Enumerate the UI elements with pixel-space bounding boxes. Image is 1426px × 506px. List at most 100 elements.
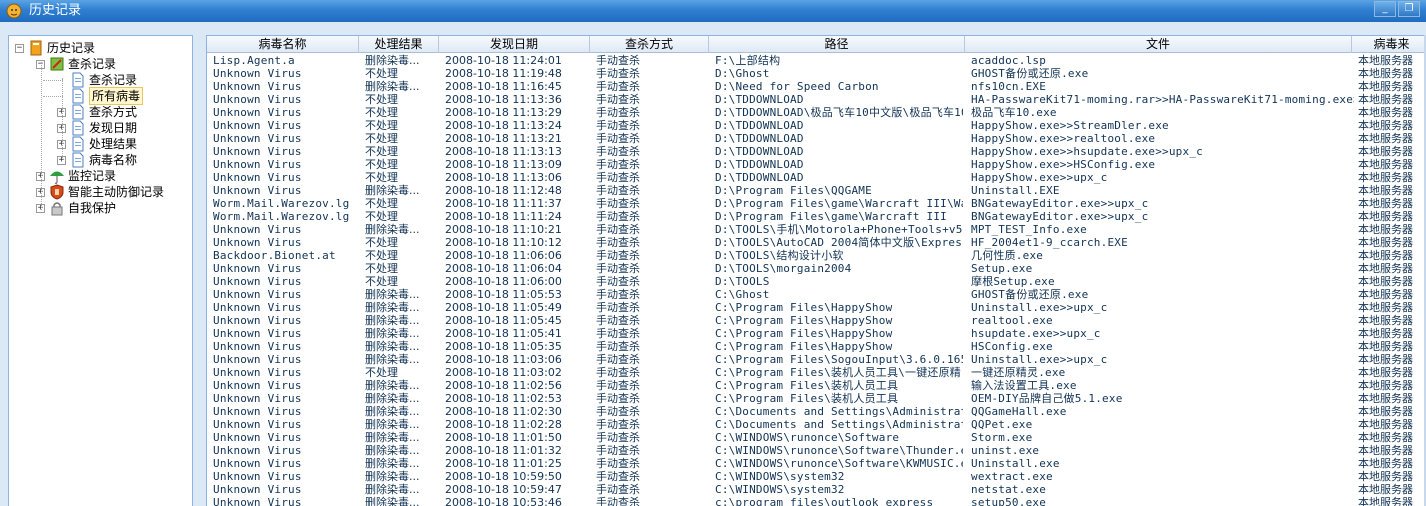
table-row[interactable]: Backdoor.Bionet.at 不处理 2008-10-18 11:06:06…	[207, 249, 1426, 262]
table-row[interactable]: Unknown Virus 删除染毒... 2008-10-18 11:01:32 手…	[207, 444, 1426, 457]
path-cell: D:\TDDOWNLOAD	[715, 158, 804, 171]
virus-name-cell: Unknown Virus	[213, 470, 302, 483]
virus-name-cell: Unknown Virus	[213, 158, 302, 171]
tree-node-5[interactable]: + 查杀方式	[9, 104, 192, 120]
virus-records-table[interactable]: 病毒名称 处理结果 发现日期 查杀方式 路径 文件 病毒来 Lisp.Agent.a 删除染毒…	[206, 35, 1426, 506]
source-cell: 本地服务器	[1358, 314, 1413, 327]
file-cell: 摩根Setup.exe	[971, 275, 1055, 288]
table-row[interactable]: Unknown Virus 不处理 2008-10-18 11:03:02 手动查杀 C…	[207, 366, 1426, 379]
tree-node-4[interactable]: 所有病毒	[9, 87, 192, 105]
table-row[interactable]: Unknown Virus 删除染毒... 2008-10-18 11:05:49 手…	[207, 301, 1426, 314]
column-header[interactable]: 病毒来	[1352, 36, 1426, 53]
column-header[interactable]: 处理结果	[359, 36, 439, 53]
table-row[interactable]: Unknown Virus 不处理 2008-10-18 11:13:06 手动查杀 D…	[207, 171, 1426, 184]
column-header[interactable]: 文件	[965, 36, 1352, 53]
table-row[interactable]: Worm.Mail.Warezov.lg 不处理 2008-10-18 11:11:…	[207, 210, 1426, 223]
method-cell: 手动查杀	[596, 470, 640, 483]
tree-node-label: 自我保护	[68, 201, 117, 215]
lock-icon	[51, 202, 63, 216]
table-row[interactable]: Unknown Virus 删除染毒... 2008-10-18 11:03:06 手…	[207, 353, 1426, 366]
table-row[interactable]: Unknown Virus 删除染毒... 2008-10-18 11:02:53 手…	[207, 392, 1426, 405]
date-cell: 2008-10-18 11:06:06	[445, 249, 562, 262]
table-row[interactable]: Lisp.Agent.a 删除染毒... 2008-10-18 11:24:01 手动…	[207, 54, 1426, 67]
table-row[interactable]: Unknown Virus 删除染毒... 2008-10-18 11:05:35 手…	[207, 340, 1426, 353]
table-row[interactable]: Unknown Virus 不处理 2008-10-18 11:06:04 手动查杀 D…	[207, 262, 1426, 275]
table-row[interactable]: Unknown Virus 不处理 2008-10-18 11:19:48 手动查杀 D…	[207, 67, 1426, 80]
file-cell: MPT_TEST_Info.exe	[971, 223, 1087, 236]
table-row[interactable]: Unknown Virus 删除染毒... 2008-10-18 11:10:21 手…	[207, 223, 1426, 236]
table-row[interactable]: Unknown Virus 删除染毒... 2008-10-18 11:01:50 手…	[207, 431, 1426, 444]
column-header[interactable]: 查杀方式	[590, 36, 709, 53]
table-row[interactable]: Unknown Virus 不处理 2008-10-18 11:13:13 手动查杀 D…	[207, 145, 1426, 158]
table-row[interactable]: Unknown Virus 删除染毒... 2008-10-18 11:05:41 手…	[207, 327, 1426, 340]
file-cell: uninst.exe	[971, 444, 1040, 457]
table-row[interactable]: Unknown Virus 删除染毒... 2008-10-18 11:16:45 手…	[207, 80, 1426, 93]
date-cell: 2008-10-18 11:13:13	[445, 145, 562, 158]
method-cell: 手动查杀	[596, 431, 640, 444]
method-cell: 手动查杀	[596, 314, 640, 327]
virus-name-cell: Unknown Virus	[213, 236, 302, 249]
date-cell: 2008-10-18 11:12:48	[445, 184, 562, 197]
history-tree[interactable]: − 历史记录 − 查杀记录 查杀记录 所有病毒 + 查杀方式 + 发现日期 + 处理结果 + 病毒名称 + 监…	[8, 35, 193, 506]
path-cell: D:\TOOLS\morgain2004	[715, 262, 852, 275]
table-row[interactable]: Worm.Mail.Warezov.lg 不处理 2008-10-18 11:11:…	[207, 197, 1426, 210]
table-row[interactable]: Unknown Virus 不处理 2008-10-18 11:10:12 手动查杀 D…	[207, 236, 1426, 249]
column-header[interactable]: 病毒名称	[207, 36, 359, 53]
table-row[interactable]: Unknown Virus 不处理 2008-10-18 11:13:24 手动查杀 D…	[207, 119, 1426, 132]
file-cell: QQGameHall.exe	[971, 405, 1067, 418]
source-cell: 本地服务器	[1358, 210, 1413, 223]
path-cell: D:\TDDOWNLOAD	[715, 119, 804, 132]
table-row[interactable]: Unknown Virus 删除染毒... 2008-10-18 10:53:46 手…	[207, 496, 1426, 506]
table-row[interactable]: Unknown Virus 不处理 2008-10-18 11:13:29 手动查杀 D…	[207, 106, 1426, 119]
tree-node-1[interactable]: − 历史记录	[9, 40, 192, 56]
table-row[interactable]: Unknown Virus 不处理 2008-10-18 11:13:09 手动查杀 D…	[207, 158, 1426, 171]
file-cell: 一键还原精灵.exe	[971, 366, 1066, 379]
tree-node-2[interactable]: − 查杀记录	[9, 56, 192, 72]
table-row[interactable]: Unknown Virus 删除染毒... 2008-10-18 11:12:48 手…	[207, 184, 1426, 197]
tree-node-3[interactable]: 查杀记录	[9, 72, 192, 88]
collapse-icon[interactable]: −	[15, 44, 24, 53]
result-cell: 不处理	[365, 366, 398, 379]
table-row[interactable]: Unknown Virus 不处理 2008-10-18 11:13:36 手动查杀 D…	[207, 93, 1426, 106]
column-header[interactable]: 路径	[709, 36, 965, 53]
table-row[interactable]: Unknown Virus 删除染毒... 2008-10-18 10:59:47 手…	[207, 483, 1426, 496]
virus-name-cell: Unknown Virus	[213, 184, 302, 197]
path-cell: D:\Program Files\game\Warcraft III\Warc.…	[715, 197, 963, 210]
table-row[interactable]: Unknown Virus 删除染毒... 2008-10-18 11:05:45 手…	[207, 314, 1426, 327]
file-cell: HappyShow.exe>>HSConfig.exe	[971, 158, 1156, 171]
tree-node-8[interactable]: + 病毒名称	[9, 152, 192, 168]
table-row[interactable]: Unknown Virus 删除染毒... 2008-10-18 11:05:53 手…	[207, 288, 1426, 301]
restore-button[interactable]: ❐	[1398, 1, 1420, 17]
method-cell: 手动查杀	[596, 405, 640, 418]
title-bar[interactable]: 历史记录 _ ❐	[0, 0, 1426, 22]
date-cell: 2008-10-18 11:19:48	[445, 67, 562, 80]
table-row[interactable]: Unknown Virus 不处理 2008-10-18 11:06:00 手动查杀 D…	[207, 275, 1426, 288]
method-cell: 手动查杀	[596, 158, 640, 171]
tree-node-9[interactable]: + 监控记录	[9, 168, 192, 184]
date-cell: 2008-10-18 11:03:02	[445, 366, 562, 379]
column-header[interactable]: 发现日期	[439, 36, 590, 53]
virus-name-cell: Unknown Virus	[213, 223, 302, 236]
virus-name-cell: Unknown Virus	[213, 444, 302, 457]
virus-name-cell: Unknown Virus	[213, 262, 302, 275]
minimize-button[interactable]: _	[1374, 1, 1396, 17]
tree-node-7[interactable]: + 处理结果	[9, 136, 192, 152]
tree-node-11[interactable]: + 自我保护	[9, 200, 192, 216]
table-row[interactable]: Unknown Virus 不处理 2008-10-18 11:13:21 手动查杀 D…	[207, 132, 1426, 145]
tree-connector	[43, 96, 63, 97]
tree-node-10[interactable]: + 智能主动防御记录	[9, 184, 192, 200]
result-cell: 不处理	[365, 93, 398, 106]
result-cell: 删除染毒...	[365, 379, 420, 392]
table-row[interactable]: Unknown Virus 删除染毒... 2008-10-18 11:02:56 手…	[207, 379, 1426, 392]
result-cell: 删除染毒...	[365, 301, 420, 314]
table-row[interactable]: Unknown Virus 删除染毒... 2008-10-18 11:02:30 手…	[207, 405, 1426, 418]
virus-name-cell: Unknown Virus	[213, 67, 302, 80]
table-row[interactable]: Unknown Virus 删除染毒... 2008-10-18 11:02:28 手…	[207, 418, 1426, 431]
table-row[interactable]: Unknown Virus 删除染毒... 2008-10-18 11:01:25 手…	[207, 457, 1426, 470]
tree-node-6[interactable]: + 发现日期	[9, 120, 192, 136]
result-cell: 删除染毒...	[365, 405, 420, 418]
source-cell: 本地服务器	[1358, 80, 1413, 93]
table-row[interactable]: Unknown Virus 删除染毒... 2008-10-18 10:59:50 手…	[207, 470, 1426, 483]
result-cell: 删除染毒...	[365, 418, 420, 431]
path-cell: D:\TOOLS\AutoCAD 2004简体中文版\Express...	[715, 236, 963, 249]
